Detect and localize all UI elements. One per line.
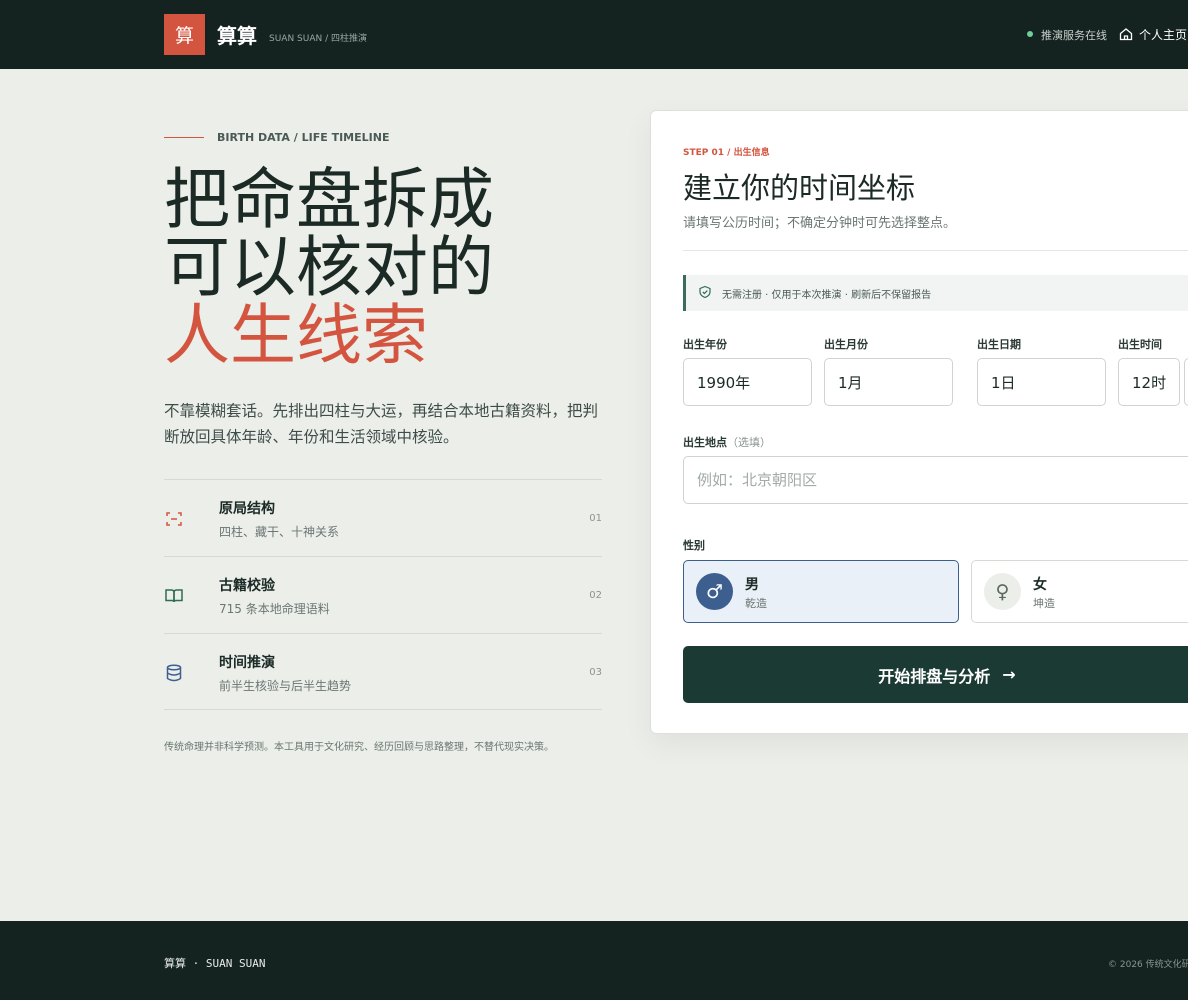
database-icon xyxy=(166,664,182,682)
disclaimer: 传统命理并非科学预测。本工具用于文化研究、经历回顾与思路整理，不替代现实决策。 xyxy=(164,742,554,753)
top-navbar: 算 算算 SUAN SUAN / 四柱推演 推演服务在线 个人主页 xyxy=(0,0,1188,69)
form-subtitle: 请填写公历时间；不确定分钟时可先选择整点。 xyxy=(683,216,957,231)
time-label: 出生时间 xyxy=(1118,338,1162,351)
brand-logo[interactable]: 算 xyxy=(164,14,205,55)
male-label: 男 xyxy=(745,577,759,593)
feature-title: 原局结构 xyxy=(219,501,275,517)
hero-intro: 不靠模糊套话。先排出四柱与大运，再结合本地古籍资料，把判断放回具体年龄、年份和生… xyxy=(164,402,599,446)
feature-desc: 四柱、藏干、十神关系 xyxy=(219,525,340,539)
footer: 算算 · SUAN SUAN © 2026 传统文化研 xyxy=(0,921,1188,1000)
female-icon: ♀ xyxy=(984,573,1021,610)
hero-headline: 把命盘拆成 可以核对的 人生线索 xyxy=(164,166,494,370)
shield-check-icon xyxy=(699,285,711,299)
place-label: 出生地点（选填） xyxy=(683,434,771,450)
feature-number: 03 xyxy=(589,667,602,678)
submit-label: 开始排盘与分析 xyxy=(878,666,991,686)
feature-item-timeline: 时间推演 前半生核验与后半生趋势 03 xyxy=(164,633,602,710)
place-label-text: 出生地点 xyxy=(683,436,727,449)
book-icon xyxy=(165,589,183,603)
home-icon[interactable] xyxy=(1118,26,1134,42)
gender-label: 性别 xyxy=(683,539,705,552)
privacy-notice: 无需注册 · 仅用于本次推演 · 刷新后不保留报告 xyxy=(683,275,1188,311)
arrow-right-icon: → xyxy=(1002,665,1016,684)
minute-select[interactable] xyxy=(1184,358,1188,406)
gender-option-female[interactable]: ♀ 女 坤造 xyxy=(971,560,1188,623)
birthplace-input[interactable] xyxy=(683,456,1188,504)
feature-list: 原局结构 四柱、藏干、十神关系 01 古籍校验 715 条本地命理语料 02 时… xyxy=(164,479,602,710)
form-divider xyxy=(683,250,1188,251)
gender-option-male[interactable]: ♂ 男 乾造 xyxy=(683,560,959,623)
female-label: 女 xyxy=(1033,577,1047,593)
day-select[interactable]: 1日 xyxy=(977,358,1106,406)
year-select[interactable]: 1990年 xyxy=(683,358,812,406)
notice-text: 无需注册 · 仅用于本次推演 · 刷新后不保留报告 xyxy=(722,290,932,301)
logo-char: 算 xyxy=(174,25,194,47)
headline-line-3: 人生线索 xyxy=(164,297,428,374)
feature-item-structure: 原局结构 四柱、藏干、十神关系 01 xyxy=(164,479,602,556)
year-label: 出生年份 xyxy=(683,338,727,351)
footer-copyright: © 2026 传统文化研 xyxy=(1108,960,1188,970)
month-label: 出生月份 xyxy=(824,338,868,351)
feature-item-classics: 古籍校验 715 条本地命理语料 02 xyxy=(164,556,602,633)
feature-desc: 715 条本地命理语料 xyxy=(219,602,330,616)
month-select[interactable]: 1月 xyxy=(824,358,953,406)
eyebrow-text: BIRTH DATA / LIFE TIMELINE xyxy=(217,131,390,144)
start-analysis-button[interactable]: 开始排盘与分析 → xyxy=(683,646,1188,703)
hour-select[interactable]: 12时 xyxy=(1118,358,1180,406)
male-icon: ♂ xyxy=(696,573,733,610)
headline-line-1: 把命盘拆成 xyxy=(164,161,494,238)
scan-icon xyxy=(166,512,182,526)
brand-name[interactable]: 算算 xyxy=(217,20,257,49)
online-status-dot xyxy=(1027,31,1033,37)
footer-brand: 算算 · SUAN SUAN xyxy=(164,957,266,970)
male-sublabel: 乾造 xyxy=(745,597,767,610)
step-label: STEP 01 / 出生信息 xyxy=(683,148,770,158)
brand-subtitle: SUAN SUAN / 四柱推演 xyxy=(269,34,367,44)
headline-line-2: 可以核对的 xyxy=(164,229,494,306)
female-sublabel: 坤造 xyxy=(1033,597,1055,610)
feature-number: 02 xyxy=(589,590,602,601)
feature-desc: 前半生核验与后半生趋势 xyxy=(219,679,352,693)
feature-number: 01 xyxy=(589,513,602,524)
form-title: 建立你的时间坐标 xyxy=(683,171,916,205)
home-link[interactable]: 个人主页 xyxy=(1139,26,1187,43)
feature-title: 古籍校验 xyxy=(219,578,275,594)
place-optional-hint: （选填） xyxy=(727,436,771,449)
birth-form-card: STEP 01 / 出生信息 建立你的时间坐标 请填写公历时间；不确定分钟时可先… xyxy=(650,110,1188,734)
eyebrow-divider xyxy=(164,137,204,138)
feature-title: 时间推演 xyxy=(219,655,275,671)
day-label: 出生日期 xyxy=(977,338,1021,351)
service-status: 推演服务在线 xyxy=(1041,29,1107,42)
